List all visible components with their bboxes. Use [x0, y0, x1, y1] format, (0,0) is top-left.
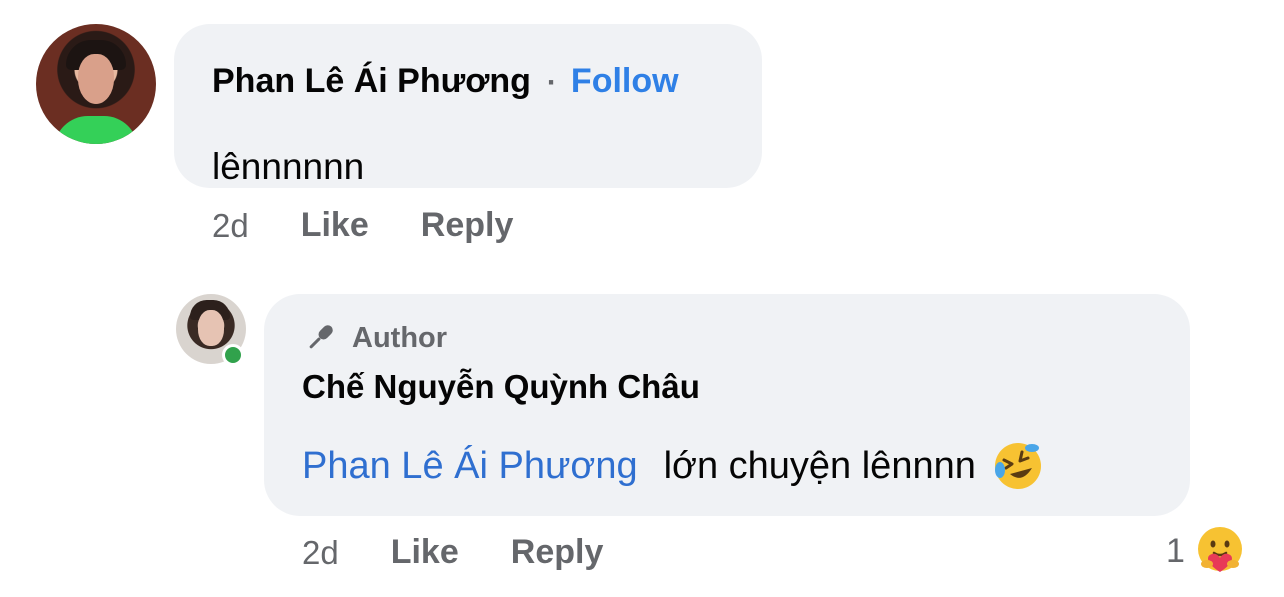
reply-timestamp[interactable]: 2d: [302, 534, 339, 572]
reply-author-name[interactable]: Chế Nguyễn Quỳnh Châu: [302, 368, 700, 406]
follow-button[interactable]: Follow: [571, 62, 679, 101]
reaction-count: 1: [1166, 531, 1185, 570]
separator-dot: ·: [546, 66, 557, 99]
avatar-face: [198, 310, 224, 346]
reply-actions: 2d Like Reply: [302, 533, 655, 572]
avatar-phan-le-ai-phuong[interactable]: [36, 24, 156, 144]
reply-button[interactable]: Reply: [421, 206, 514, 245]
like-button[interactable]: Like: [391, 533, 459, 572]
author-badge-label: Author: [352, 321, 448, 354]
comment-text: lênnnnnn: [212, 146, 365, 187]
avatar-face: [78, 54, 114, 104]
reaction-summary[interactable]: 1: [1166, 524, 1247, 578]
avatar-shirt: [54, 116, 138, 144]
comment-timestamp[interactable]: 2d: [212, 207, 249, 245]
mention-link[interactable]: Phan Lê Ái Phương: [302, 445, 638, 488]
like-button[interactable]: Like: [301, 206, 369, 245]
microphone-icon: [309, 325, 333, 349]
comment-actions: 2d Like Reply: [212, 206, 565, 245]
comment-bubble: Phan Lê Ái Phương · Follow lênnnnnn: [174, 24, 762, 188]
comment-header: Phan Lê Ái Phương · Follow: [212, 62, 679, 101]
reply-content: Phan Lê Ái Phương lớn chuyện lênnnn: [302, 440, 1044, 492]
online-status-indicator: [222, 344, 244, 366]
rolling-laughing-emoji-icon: [994, 443, 1041, 489]
comment-author-name[interactable]: Phan Lê Ái Phương: [212, 62, 531, 101]
reply-bubble: Author Chế Nguyễn Quỳnh Châu Phan Lê Ái …: [264, 294, 1190, 516]
author-badge: Author: [302, 320, 447, 356]
reply-button[interactable]: Reply: [511, 533, 604, 572]
reply-text: lớn chuyện lênnnn: [663, 444, 976, 487]
care-reaction-icon: [1197, 527, 1242, 572]
